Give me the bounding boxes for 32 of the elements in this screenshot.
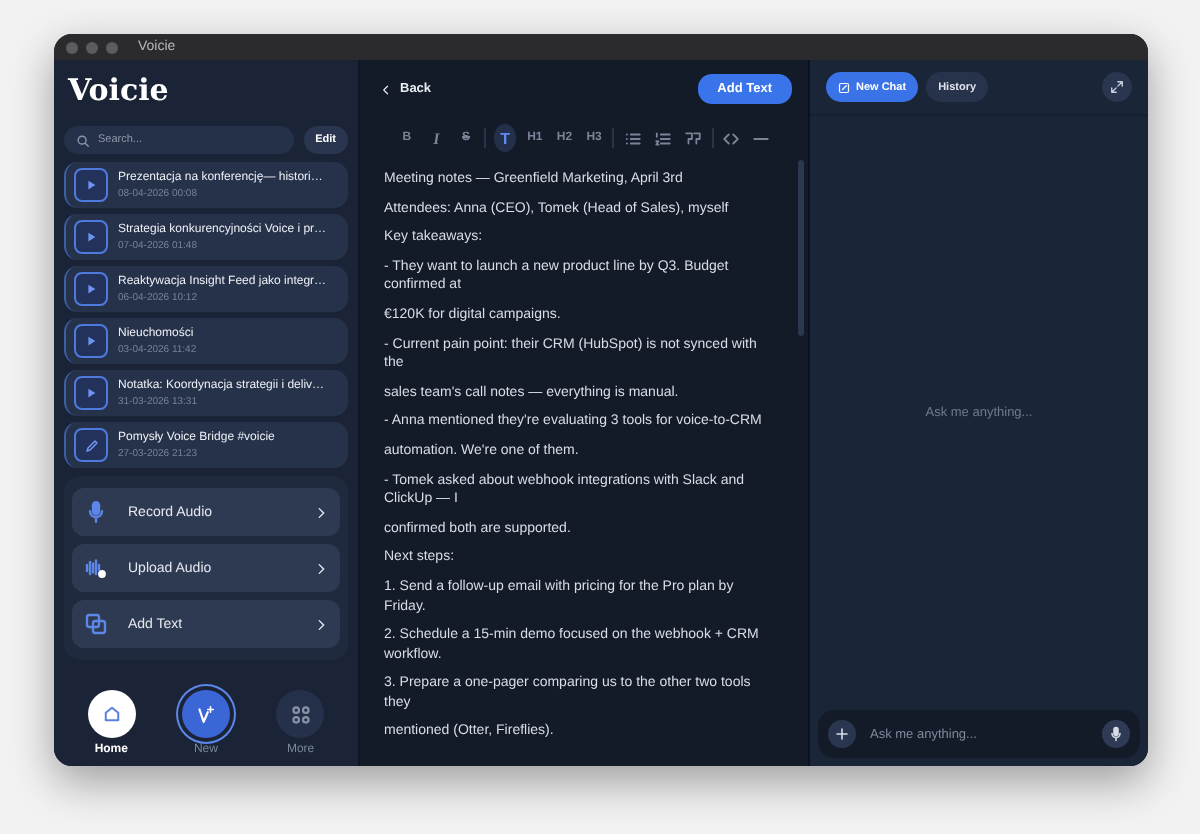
home-icon <box>101 704 122 724</box>
grid-icon <box>289 703 312 725</box>
chevron-right-icon <box>314 561 328 575</box>
play-icon <box>84 386 98 400</box>
quote-icon <box>683 129 702 147</box>
plus-icon <box>834 726 850 742</box>
format-button[interactable]: T <box>494 124 517 152</box>
add-button[interactable] <box>828 720 856 748</box>
chevron-right-icon <box>314 505 328 519</box>
chevron-left-icon <box>380 83 392 95</box>
play-icon <box>84 282 98 296</box>
microphone-icon <box>1108 726 1124 742</box>
play-icon <box>84 334 98 348</box>
chevron-right-icon <box>314 617 328 631</box>
app-logo: Voicie <box>68 72 169 108</box>
list-icon <box>624 129 643 147</box>
microphone-icon <box>84 500 108 524</box>
play-icon <box>84 178 98 192</box>
scrollbar[interactable] <box>798 160 804 336</box>
edit-icon <box>838 81 850 93</box>
search-icon <box>76 133 90 147</box>
microphone-button[interactable] <box>1102 720 1130 748</box>
waveform-icon <box>84 556 108 580</box>
code-icon <box>722 129 741 147</box>
numbered-list-icon <box>653 129 672 147</box>
play-icon <box>84 230 98 244</box>
copy-icon <box>84 612 108 636</box>
format-button[interactable]: I <box>425 124 448 152</box>
pencil-icon <box>83 437 99 453</box>
expand-button[interactable] <box>1102 72 1132 102</box>
sparkle-v-icon <box>194 703 217 725</box>
expand-icon <box>1110 80 1124 94</box>
